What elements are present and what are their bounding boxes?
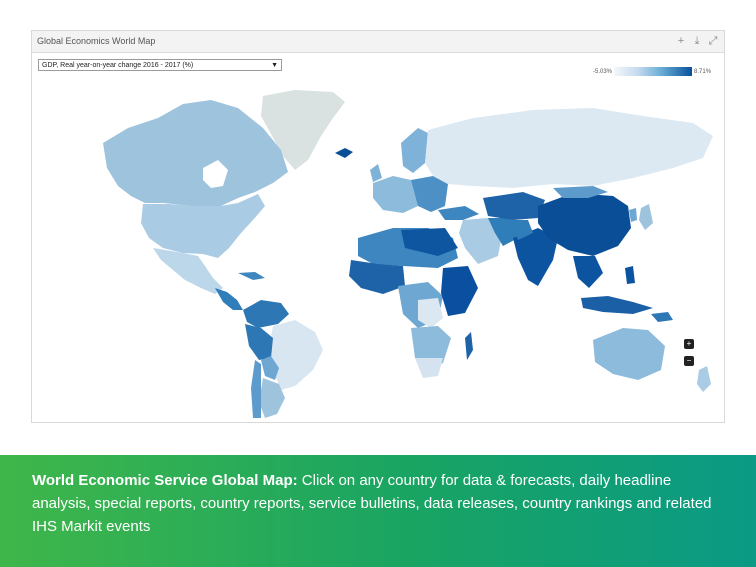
country-madagascar[interactable] [465,332,473,360]
country-chile[interactable] [251,360,261,418]
region-southeast-asia[interactable] [573,256,603,288]
country-korea[interactable] [629,208,637,222]
panel-title: Global Economics World Map [37,36,156,46]
country-iceland[interactable] [335,148,353,158]
indicator-select[interactable]: GDP, Real year-on-year change 2016 - 201… [38,59,282,71]
region-caribbean[interactable] [238,272,265,280]
country-philippines[interactable] [625,266,635,284]
region-east-africa[interactable] [441,266,478,316]
country-uk[interactable] [370,164,382,182]
download-icon[interactable]: ⤓ [692,34,702,48]
world-map[interactable] [33,88,723,421]
country-new-zealand[interactable] [697,366,711,392]
country-brazil[interactable] [269,320,323,390]
country-japan[interactable] [639,204,653,230]
zoom-out-button[interactable]: − [684,356,694,366]
banner-text: World Economic Service Global Map: Click… [32,469,722,538]
region-central-america[interactable] [215,288,243,310]
plus-icon[interactable]: + [676,34,686,48]
country-peru[interactable] [245,324,273,360]
chevron-down-icon: ▼ [271,62,278,69]
country-turkey[interactable] [438,206,479,220]
country-canada[interactable] [103,100,288,206]
country-indonesia[interactable] [581,296,653,314]
legend-min: -5.03% [593,68,613,75]
country-russia[interactable] [425,108,713,188]
region-scandinavia[interactable] [401,128,428,173]
country-south-africa[interactable] [415,358,443,378]
expand-icon[interactable]: ⤢ [708,34,718,48]
zoom-in-button[interactable]: + [684,339,694,349]
panel-header: Global Economics World Map + ⤓ ⤢ [32,31,724,53]
country-papua[interactable] [651,312,673,322]
legend-max: 8.71% [694,68,712,75]
map-panel: Global Economics World Map + ⤓ ⤢ GDP, Re… [31,30,725,423]
banner-headline: World Economic Service Global Map: [32,472,298,489]
panel-toolbar: + ⤓ ⤢ [676,34,718,48]
country-australia[interactable] [593,328,665,380]
region-central-asia[interactable] [483,192,545,220]
info-banner: World Economic Service Global Map: Click… [0,455,756,567]
indicator-select-value: GDP, Real year-on-year change 2016 - 201… [42,62,194,69]
color-legend: -5.03% 8.71% [593,66,711,77]
legend-gradient [614,67,693,76]
